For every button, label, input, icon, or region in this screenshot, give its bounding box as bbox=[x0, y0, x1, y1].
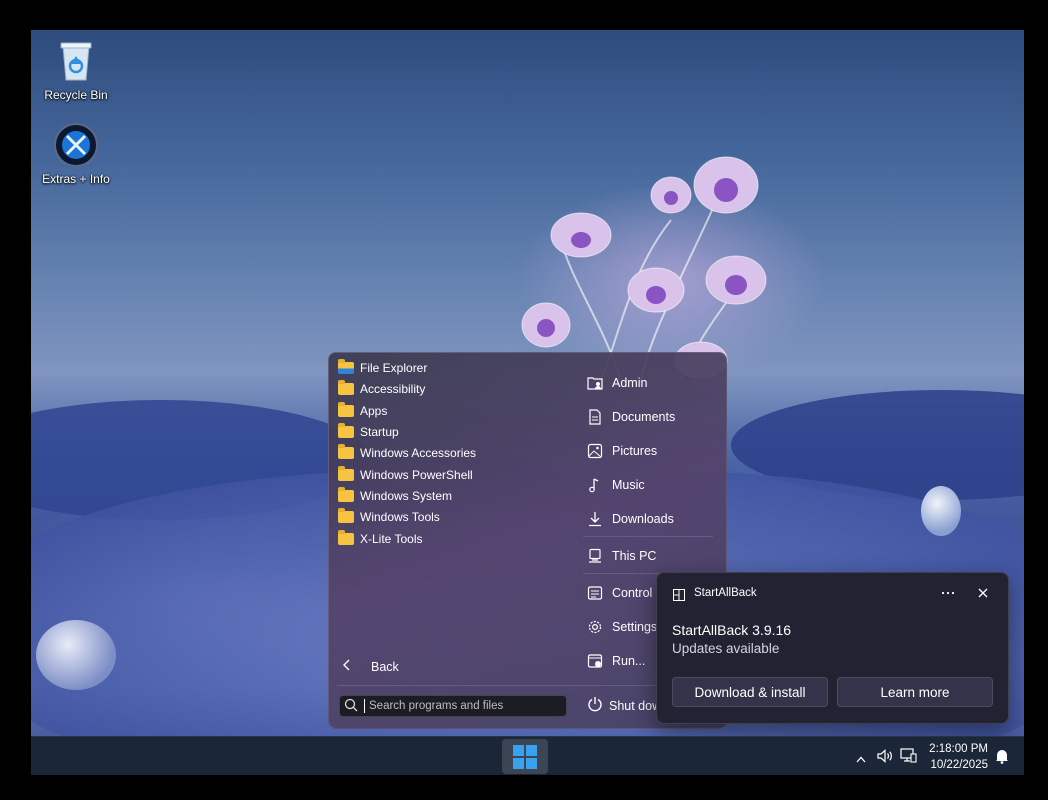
clock[interactable]: 2:18:00 PM 10/22/2025 bbox=[920, 741, 988, 773]
place-item-run[interactable]: Run... bbox=[587, 649, 645, 673]
place-item-settings[interactable]: Settings bbox=[587, 615, 657, 639]
ellipsis-icon bbox=[941, 591, 955, 595]
program-item-startup[interactable]: Startup bbox=[338, 422, 399, 442]
speaker-icon bbox=[877, 749, 892, 763]
program-label: X-Lite Tools bbox=[360, 532, 423, 546]
chevron-up-icon bbox=[856, 756, 866, 763]
menu-separator bbox=[583, 536, 713, 537]
place-label: Pictures bbox=[612, 444, 658, 458]
folder-icon bbox=[338, 402, 354, 417]
program-label: Windows Tools bbox=[360, 510, 440, 524]
place-item-this-pc[interactable]: This PC bbox=[587, 544, 656, 568]
program-item-windows-accessories[interactable]: Windows Accessories bbox=[338, 443, 476, 463]
bell-icon bbox=[996, 750, 1008, 764]
program-item-windows-tools[interactable]: Windows Tools bbox=[338, 507, 440, 527]
folder-icon bbox=[338, 380, 354, 395]
more-options-button[interactable] bbox=[936, 581, 960, 605]
folder-icon bbox=[338, 423, 354, 438]
control-panel-icon bbox=[587, 586, 603, 600]
back-button[interactable]: Back bbox=[343, 659, 399, 674]
close-button[interactable] bbox=[971, 581, 995, 605]
shutdown-label: Shut dow bbox=[609, 698, 662, 713]
program-label: File Explorer bbox=[360, 361, 428, 375]
desktop-icon-label: Recycle Bin bbox=[44, 88, 108, 102]
place-item-downloads[interactable]: Downloads bbox=[587, 507, 674, 531]
shutdown-button[interactable]: Shut dow bbox=[587, 696, 661, 715]
network-button[interactable] bbox=[900, 748, 917, 769]
clock-date: 10/22/2025 bbox=[930, 759, 988, 771]
desktop-icon-label: Extras + Info bbox=[42, 172, 110, 186]
gear-icon bbox=[588, 620, 602, 634]
start-button[interactable] bbox=[502, 739, 548, 774]
program-item-windows-system[interactable]: Windows System bbox=[338, 486, 452, 506]
taskbar: 2:18:00 PM 10/22/2025 bbox=[31, 736, 1024, 775]
file-explorer-icon bbox=[338, 359, 354, 374]
program-label: Windows Accessories bbox=[360, 446, 477, 460]
network-icon bbox=[900, 748, 917, 763]
place-item-documents[interactable]: Documents bbox=[587, 405, 675, 429]
show-hidden-icons-button[interactable] bbox=[856, 750, 866, 768]
place-label: Documents bbox=[612, 410, 676, 424]
place-label: Control bbox=[612, 586, 653, 600]
wallpaper-pebble bbox=[36, 620, 116, 690]
desktop-icon-recycle-bin[interactable]: Recycle Bin bbox=[31, 38, 121, 102]
recycle-bin-icon bbox=[53, 38, 99, 84]
place-label: Downloads bbox=[612, 512, 674, 526]
wallpaper-pebble bbox=[921, 486, 961, 536]
place-item-music[interactable]: Music bbox=[587, 473, 645, 497]
search-input[interactable] bbox=[364, 699, 561, 713]
program-label: Windows PowerShell bbox=[360, 468, 473, 482]
program-item-x-lite-tools[interactable]: X-Lite Tools bbox=[338, 529, 422, 549]
desktop-icon-extras-info[interactable]: Extras + Info bbox=[31, 122, 121, 186]
program-item-windows-powershell[interactable]: Windows PowerShell bbox=[338, 465, 473, 485]
back-label: Back bbox=[371, 659, 399, 674]
document-icon bbox=[589, 409, 601, 425]
wallpaper-flowers bbox=[521, 156, 767, 381]
user-folder-icon bbox=[587, 377, 603, 390]
program-item-accessibility[interactable]: Accessibility bbox=[338, 379, 425, 399]
place-label: Admin bbox=[612, 376, 648, 390]
search-icon bbox=[344, 698, 358, 715]
power-icon bbox=[587, 696, 603, 715]
desktop: Recycle Bin Extras + Info File Explorer … bbox=[31, 30, 1024, 775]
windows-logo-icon bbox=[513, 744, 537, 769]
place-item-pictures[interactable]: Pictures bbox=[587, 439, 657, 463]
download-install-button[interactable]: Download & install bbox=[672, 677, 828, 707]
program-label: Startup bbox=[360, 425, 399, 439]
place-label: Settings bbox=[612, 620, 658, 634]
notification-toast: StartAllBack StartAllBack 3.9.16 Updates… bbox=[656, 572, 1009, 724]
folder-icon bbox=[338, 466, 354, 481]
extras-info-icon bbox=[53, 122, 99, 168]
clock-time: 2:18:00 PM bbox=[929, 743, 988, 755]
program-item-apps[interactable]: Apps bbox=[338, 401, 387, 421]
computer-icon bbox=[589, 548, 601, 563]
folder-icon bbox=[338, 444, 354, 459]
program-label: Apps bbox=[360, 404, 388, 418]
notifications-button[interactable] bbox=[995, 748, 1009, 769]
notification-title: StartAllBack 3.9.16 bbox=[672, 622, 792, 638]
picture-icon bbox=[587, 443, 603, 459]
run-icon bbox=[587, 654, 603, 668]
place-item-admin[interactable]: Admin bbox=[587, 371, 647, 395]
place-label: Music bbox=[612, 478, 645, 492]
startallback-app-icon bbox=[673, 588, 685, 606]
close-icon bbox=[978, 588, 988, 598]
folder-icon bbox=[338, 508, 354, 523]
download-icon bbox=[589, 512, 601, 527]
notification-message: Updates available bbox=[672, 641, 780, 656]
program-item-file-explorer[interactable]: File Explorer bbox=[338, 358, 427, 378]
place-label: This PC bbox=[612, 549, 657, 563]
search-box[interactable] bbox=[339, 695, 567, 717]
chevron-left-icon bbox=[343, 659, 351, 674]
place-label: Run... bbox=[612, 654, 646, 668]
notification-app-name: StartAllBack bbox=[694, 587, 757, 599]
program-label: Accessibility bbox=[360, 382, 426, 396]
program-label: Windows System bbox=[360, 489, 453, 503]
music-note-icon bbox=[589, 478, 599, 493]
folder-icon bbox=[338, 530, 354, 545]
learn-more-button[interactable]: Learn more bbox=[837, 677, 993, 707]
volume-button[interactable] bbox=[877, 749, 894, 768]
place-item-control-panel[interactable]: Control bbox=[587, 581, 652, 605]
folder-icon bbox=[338, 487, 354, 502]
